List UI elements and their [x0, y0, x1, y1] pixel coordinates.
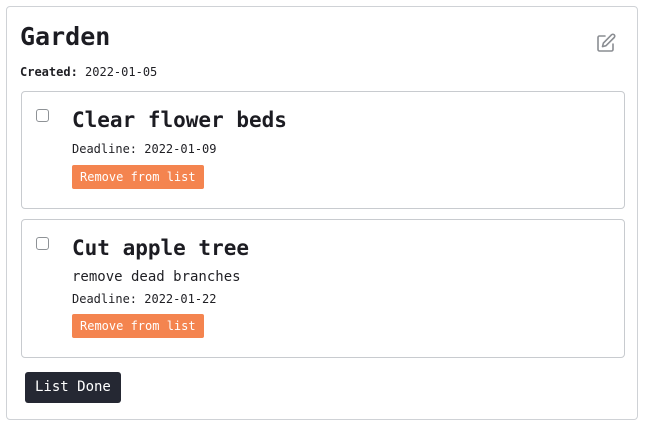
- task-checkbox[interactable]: [36, 109, 49, 122]
- created-date: Created: 2022-01-05: [20, 64, 157, 80]
- task-description: remove dead branches: [72, 269, 241, 285]
- task-card: Cut apple tree remove dead branches Dead…: [21, 219, 625, 358]
- task-card: Clear flower beds Deadline: 2022-01-09 R…: [21, 91, 625, 209]
- task-deadline: Deadline: 2022-01-09: [72, 142, 217, 156]
- task-title: Clear flower beds: [72, 108, 287, 132]
- remove-from-list-button[interactable]: Remove from list: [72, 314, 204, 338]
- task-title: Cut apple tree: [72, 236, 250, 260]
- created-value: 2022-01-05: [85, 65, 158, 79]
- edit-icon[interactable]: [595, 32, 617, 54]
- created-label: Created:: [20, 65, 78, 79]
- list-title: Garden: [20, 22, 111, 51]
- task-deadline: Deadline: 2022-01-22: [72, 292, 217, 306]
- task-checkbox[interactable]: [36, 237, 49, 250]
- list-card: Garden Created: 2022-01-05 Clear flower …: [6, 6, 638, 420]
- list-done-button[interactable]: List Done: [25, 372, 121, 403]
- remove-from-list-button[interactable]: Remove from list: [72, 165, 204, 189]
